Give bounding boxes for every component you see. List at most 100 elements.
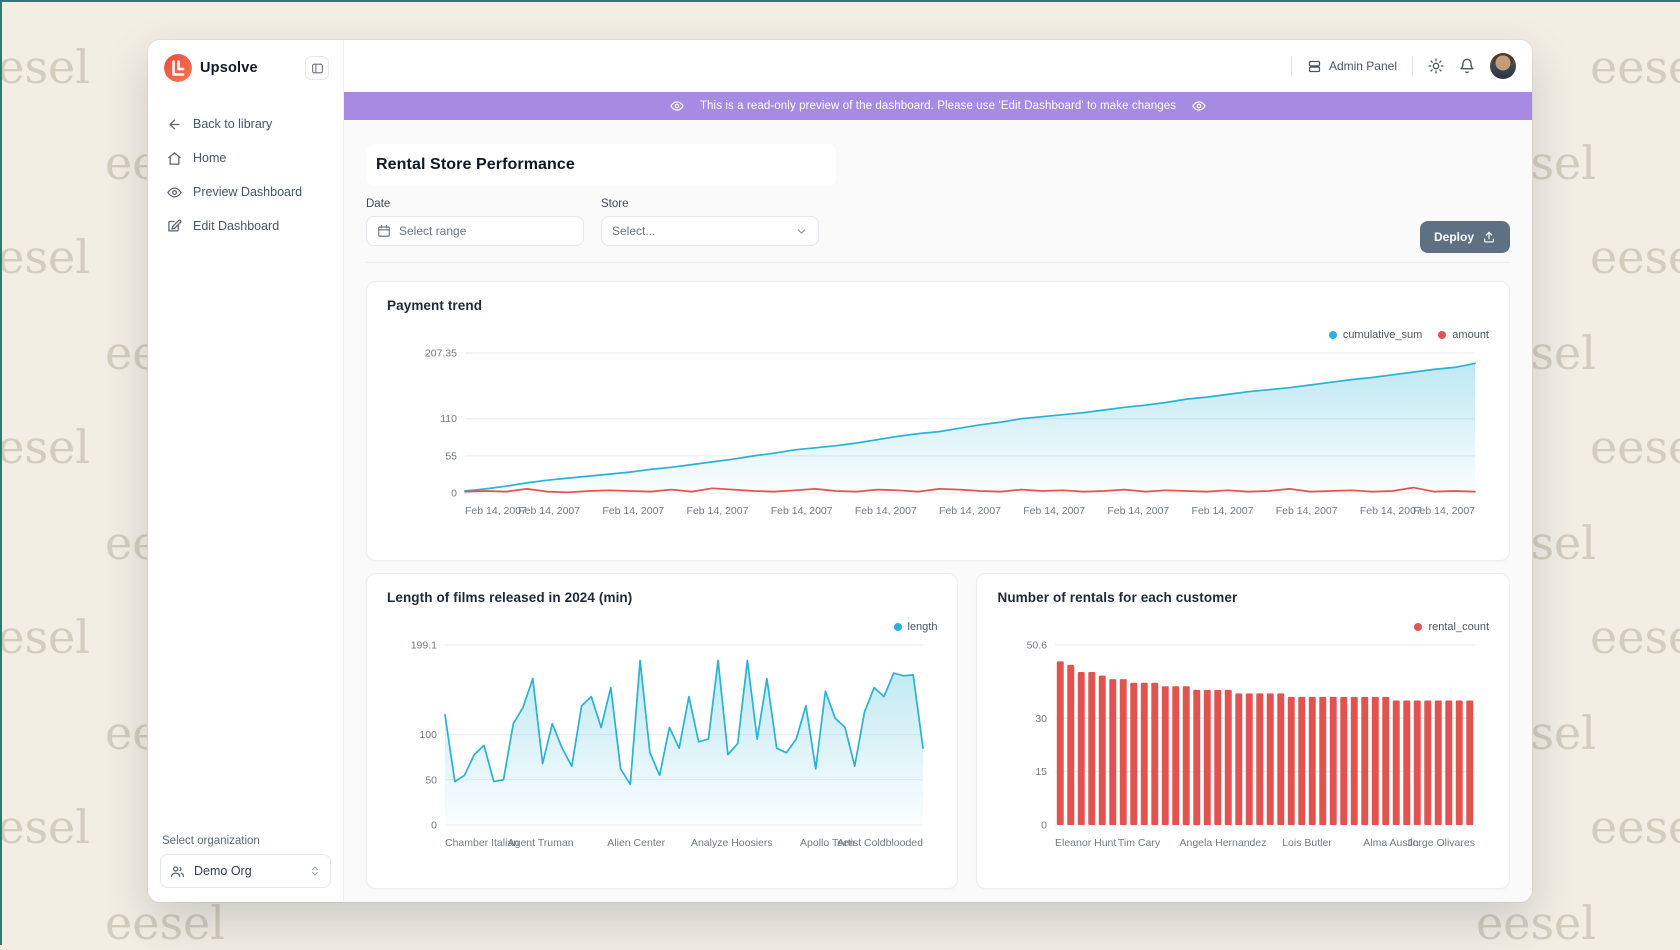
topbar-divider [1412,56,1413,76]
chart-title: Length of films released in 2024 (min) [387,590,937,605]
organization-select[interactable]: Demo Org [160,854,331,888]
svg-text:Feb 14, 2007: Feb 14, 2007 [602,505,664,517]
chart-title: Payment trend [387,298,1489,313]
svg-text:Lois Butler: Lois Butler [1283,837,1333,849]
page-title: Rental Store Performance [376,156,575,174]
svg-text:Feb 14, 2007: Feb 14, 2007 [687,505,749,517]
sidebar-item-label: Home [193,151,226,165]
legend-label: rental_count [1428,621,1489,633]
filters-divider [366,262,1510,263]
notifications-button[interactable] [1459,58,1475,74]
watermark-text: eesel [0,800,90,854]
sidebar-item-label: Back to library [193,117,272,131]
watermark-text: eesel [1590,420,1680,474]
svg-text:Tim Cary: Tim Cary [1118,837,1161,849]
svg-text:Analyze Hoosiers: Analyze Hoosiers [691,837,773,849]
svg-text:Feb 14, 2007: Feb 14, 2007 [855,505,917,517]
svg-text:Angela Hernandez: Angela Hernandez [1180,837,1267,849]
legend-item-amount[interactable]: amount [1438,327,1489,343]
store-select[interactable]: Select... [601,216,819,246]
legend-label: length [908,621,938,633]
app-window: Upsolve Back to library Home [148,40,1532,902]
svg-text:100: 100 [419,729,437,741]
home-icon [166,151,182,166]
film-length-chart[interactable]: 050100199.1Chamber ItalianAgent TrumanAl… [387,635,937,855]
theme-toggle-button[interactable] [1428,58,1444,74]
sidebar-nav: Back to library Home Preview Dashboard E… [160,110,331,240]
sidebar-item-home[interactable]: Home [160,144,331,172]
payment-trend-card: Payment trend cumulative_sumamount 05511… [366,281,1510,561]
legend-item-cumulative_sum[interactable]: cumulative_sum [1329,327,1422,343]
eye-icon [670,99,684,113]
filters-row: Date Select range Store Select... [366,198,1510,246]
sidebar-item-label: Edit Dashboard [193,219,279,233]
svg-text:50.6: 50.6 [1027,640,1048,652]
topbar: Admin Panel [344,40,1532,92]
sidebar-item-back-to-library[interactable]: Back to library [160,110,331,138]
banner-text: This is a read-only preview of the dashb… [700,100,1176,112]
svg-text:55: 55 [445,450,457,462]
legend-item-rental_count[interactable]: rental_count [1414,619,1489,635]
deploy-button-label: Deploy [1434,230,1474,244]
store-filter-label: Store [601,198,819,210]
edit-icon [166,219,182,234]
rental-count-chart[interactable]: 0153050.6Eleanor HuntTim CaryAngela Hern… [997,635,1489,855]
title-card: Rental Store Performance [366,144,836,186]
bottom-charts-row: Length of films released in 2024 (min) l… [366,573,1510,889]
svg-text:Feb 14, 2007: Feb 14, 2007 [939,505,1001,517]
org-select-label: Select organization [162,835,329,847]
chart-title: Number of rentals for each customer [997,590,1489,605]
svg-text:0: 0 [1042,820,1048,832]
watermark-text: eesel [0,230,90,284]
eye-icon [166,185,182,200]
sidebar-item-label: Preview Dashboard [193,185,302,199]
sidebar: Upsolve Back to library Home [148,40,344,902]
frame-top-line [0,0,1680,2]
svg-text:15: 15 [1036,766,1048,778]
upload-icon [1482,230,1496,244]
payment-trend-chart[interactable]: 055110207.35Feb 14, 2007Feb 14, 2007Feb … [387,343,1489,523]
watermark-text: eesel [0,420,90,474]
user-avatar[interactable] [1490,53,1516,79]
sidebar-item-preview-dashboard[interactable]: Preview Dashboard [160,178,331,206]
film-length-card: Length of films released in 2024 (min) l… [366,573,958,889]
legend-label: cumulative_sum [1343,329,1422,341]
deploy-button[interactable]: Deploy [1420,221,1510,253]
watermark-text: eesel [0,40,90,94]
svg-text:199.1: 199.1 [411,640,437,652]
rental-count-card: Number of rentals for each customer rent… [976,573,1510,889]
collapse-sidebar-button[interactable] [305,56,329,80]
sidebar-item-edit-dashboard[interactable]: Edit Dashboard [160,212,331,240]
watermark-text: eesel [105,896,225,950]
legend-dot [894,623,902,631]
legend-dot [1414,623,1422,631]
sidebar-panel-icon [311,62,324,75]
chart-legend: rental_count [997,619,1489,635]
readonly-banner: This is a read-only preview of the dashb… [344,92,1532,120]
legend-label: amount [1452,329,1489,341]
store-select-placeholder: Select... [612,224,655,238]
chart-legend: cumulative_sum amount [387,327,1489,343]
watermark-text: eesel [1590,40,1680,94]
watermark-text: eesel [1590,230,1680,284]
date-range-input[interactable]: Select range [366,216,584,246]
store-filter: Store Select... [601,198,819,246]
svg-text:Feb 14, 2007: Feb 14, 2007 [1192,505,1254,517]
svg-text:110: 110 [440,413,457,425]
legend-dot [1438,331,1446,339]
svg-text:207.35: 207.35 [425,348,457,360]
svg-text:Feb 14, 2007: Feb 14, 2007 [1107,505,1169,517]
date-range-placeholder: Select range [399,224,466,238]
main-area: Admin Panel This is a read-only preview … [344,40,1532,902]
svg-text:Feb 14, 2007: Feb 14, 2007 [771,505,833,517]
legend-dot [1329,331,1337,339]
svg-text:30: 30 [1036,713,1048,725]
upsolve-logo-icon [164,54,192,82]
frame-left-line [0,0,2,945]
chevron-down-icon [795,225,808,238]
svg-text:Jorge Olivares: Jorge Olivares [1408,837,1476,849]
bell-icon [1459,58,1475,74]
admin-panel-button[interactable]: Admin Panel [1307,59,1397,74]
legend-item-length[interactable]: length [894,619,938,635]
date-filter: Date Select range [366,198,584,246]
